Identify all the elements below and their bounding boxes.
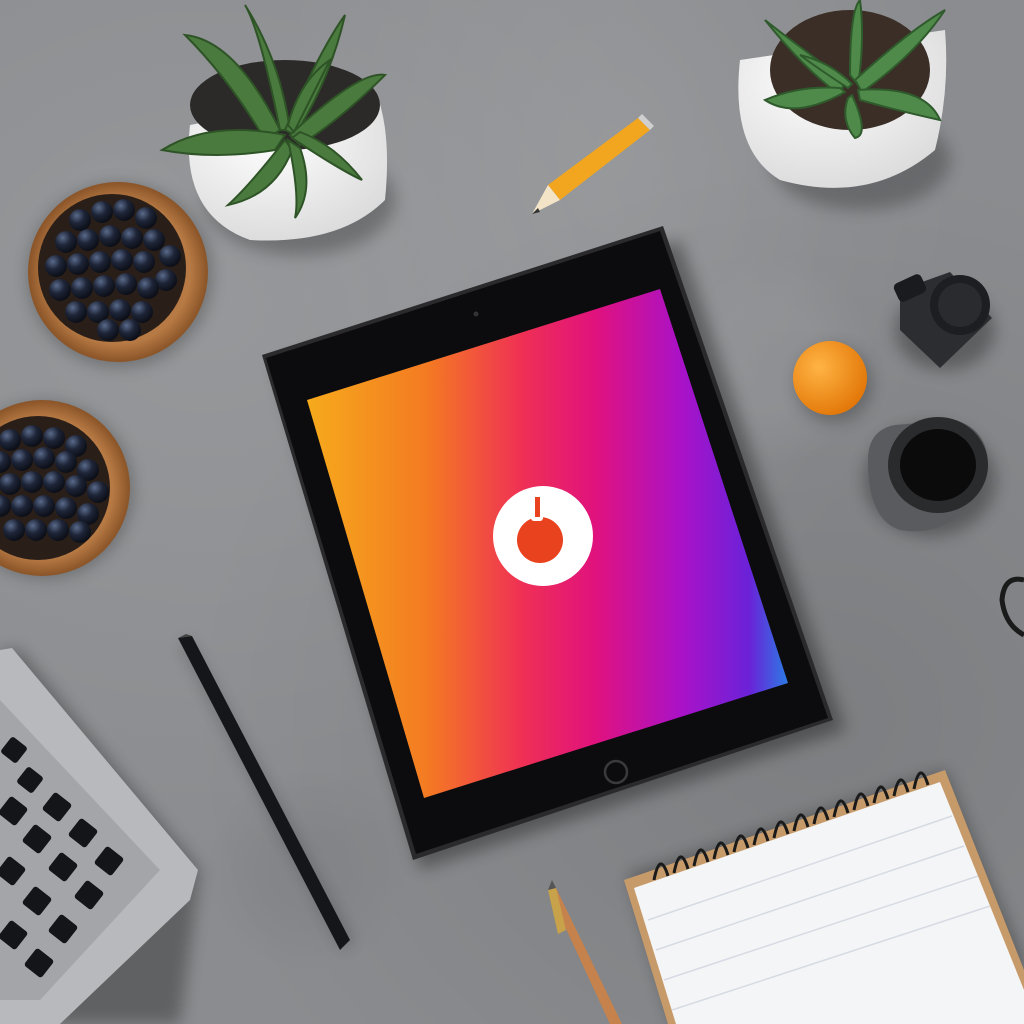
pencil — [532, 114, 654, 214]
blueberry-bowl-bottom — [0, 400, 133, 578]
camera-object — [893, 272, 995, 370]
laptop — [0, 648, 200, 1024]
tablet-camera — [473, 311, 479, 317]
desk-scene — [0, 0, 1024, 1024]
glasses-partial — [999, 576, 1024, 638]
succulent-plant-right — [738, 0, 950, 210]
app-logo-icon — [493, 486, 593, 586]
blueberry-bowl-top — [28, 182, 212, 367]
tablet — [262, 226, 833, 860]
fountain-pen — [548, 880, 622, 1024]
spiral-notebook — [624, 770, 1024, 1024]
scene-illustration — [0, 0, 1024, 1024]
orange-fruit — [793, 341, 872, 422]
succulent-plant-left — [159, 4, 395, 255]
stylus-pen — [178, 634, 352, 950]
ink-jar — [864, 417, 996, 536]
